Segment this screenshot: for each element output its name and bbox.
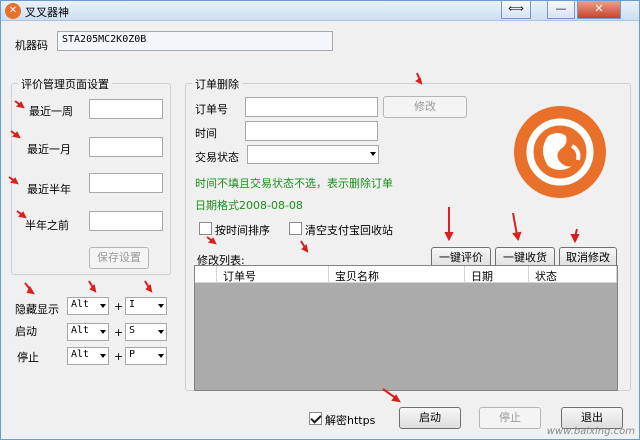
arrow-mark xyxy=(416,72,422,84)
eval-row-label-month: 最近一月 xyxy=(27,143,71,156)
time-label: 时间 xyxy=(195,127,217,140)
close-button[interactable]: ✕ xyxy=(577,1,621,19)
hotkey-start-key-select[interactable]: S xyxy=(125,323,167,341)
hotkey-stop-key-select[interactable]: P xyxy=(125,347,167,365)
date-format-hint: 日期格式2008-08-08 xyxy=(195,199,303,212)
list-header-date[interactable]: 日期 xyxy=(465,266,529,283)
delete-hint-text: 时间不填且交易状态不选，表示删除订单 xyxy=(195,177,393,190)
machine-code-field[interactable]: STA205MC2K0Z0B xyxy=(57,31,333,51)
eval-settings-title: 评价管理页面设置 xyxy=(18,76,112,92)
save-settings-button[interactable]: 保存设置 xyxy=(89,247,149,269)
app-logo-icon: ✕ xyxy=(5,3,21,19)
list-header-order-no[interactable]: 订单号 xyxy=(217,266,329,283)
sort-by-time-checkbox[interactable] xyxy=(199,222,212,235)
eval-before-input[interactable] xyxy=(89,211,163,231)
eval-halfyear-input[interactable] xyxy=(89,173,163,193)
eval-row-label-halfyear: 最近半年 xyxy=(27,183,71,196)
watermark-text: www.baixing.com xyxy=(546,426,635,437)
machine-code-label: 机器码 xyxy=(15,39,48,52)
hotkey-label-stop: 停止 xyxy=(17,351,39,364)
minimize-button[interactable]: — xyxy=(547,1,575,19)
plus-sign: + xyxy=(114,350,124,363)
decrypt-https-checkbox[interactable] xyxy=(309,412,322,425)
start-button[interactable]: 启动 xyxy=(399,407,461,429)
arrow-mark xyxy=(24,282,34,294)
list-header-item-name[interactable]: 宝贝名称 xyxy=(329,266,465,283)
hotkey-toggle-key-select[interactable]: I xyxy=(125,297,167,315)
window-title: 叉叉器神 xyxy=(25,6,69,19)
clear-recycle-checkbox[interactable] xyxy=(289,222,302,235)
arrow-mark xyxy=(88,280,96,292)
firefox-logo-icon xyxy=(514,106,606,198)
plus-sign: + xyxy=(114,326,124,339)
plus-sign: + xyxy=(114,300,124,313)
eval-month-input[interactable] xyxy=(89,137,163,157)
list-header-status[interactable]: 状态 xyxy=(529,266,617,283)
hotkey-label-start: 启动 xyxy=(15,325,37,338)
stop-button[interactable]: 停止 xyxy=(479,407,541,429)
app-window: ✕ 叉叉器神 ⟺ — ✕ 机器码 STA205MC2K0Z0B 评价管理页面设置… xyxy=(0,0,640,440)
eval-week-input[interactable] xyxy=(89,99,163,119)
time-input[interactable] xyxy=(245,121,378,141)
order-delete-title: 订单删除 xyxy=(192,76,242,92)
modify-list[interactable]: 订单号 宝贝名称 日期 状态 xyxy=(194,265,618,391)
arrow-mark xyxy=(144,280,152,292)
eval-row-label-before: 半年之前 xyxy=(25,219,69,232)
title-bar: ✕ 叉叉器神 ⟺ — ✕ xyxy=(1,1,639,21)
hotkey-stop-mod-select[interactable]: Alt xyxy=(67,347,109,365)
modify-button[interactable]: 修改 xyxy=(383,96,467,118)
hotkey-label-toggle: 隐藏显示 xyxy=(15,303,59,316)
order-no-input[interactable] xyxy=(245,97,378,117)
list-header-blank xyxy=(195,266,217,283)
eval-row-label-week: 最近一周 xyxy=(29,105,73,118)
hotkey-start-mod-select[interactable]: Alt xyxy=(67,323,109,341)
clear-recycle-label: 清空支付宝回收站 xyxy=(305,224,393,237)
restore-button[interactable]: ⟺ xyxy=(501,1,531,19)
order-no-label: 订单号 xyxy=(195,103,228,116)
sort-by-time-label: 按时间排序 xyxy=(215,224,270,237)
trade-status-select[interactable] xyxy=(247,145,379,164)
decrypt-https-label: 解密https xyxy=(325,414,376,427)
trade-status-label: 交易状态 xyxy=(195,151,239,164)
hotkey-toggle-mod-select[interactable]: Alt xyxy=(67,297,109,315)
